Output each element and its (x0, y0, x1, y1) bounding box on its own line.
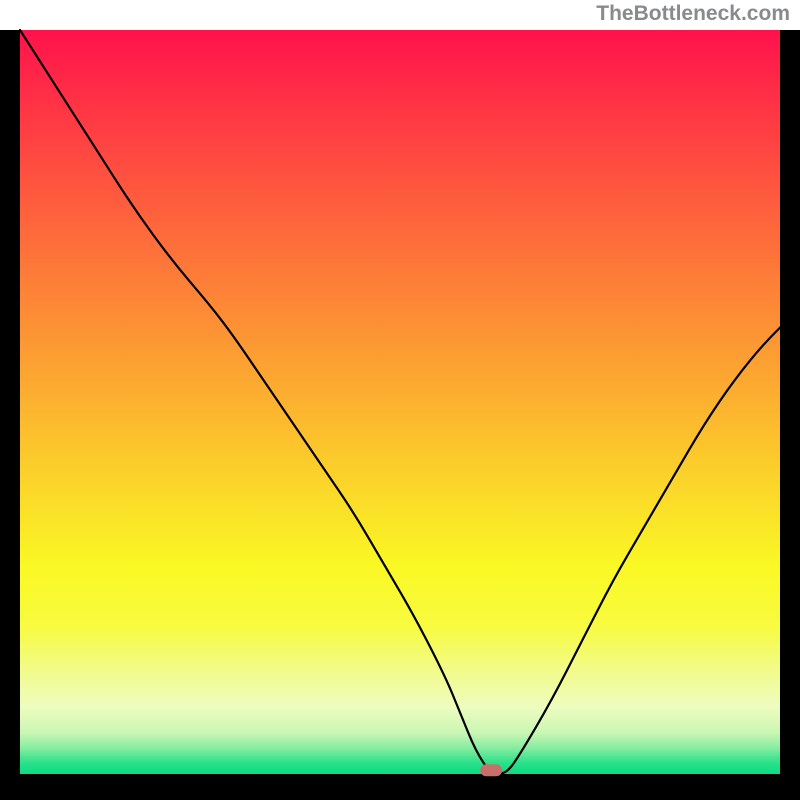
gradient-background (20, 30, 780, 774)
frame-left (0, 30, 20, 800)
watermark-text: TheBottleneck.com (596, 2, 790, 26)
bottleneck-chart: TheBottleneck.com (0, 0, 800, 800)
optimum-marker (480, 764, 502, 776)
chart-canvas (0, 0, 800, 800)
frame-bottom (0, 774, 800, 800)
frame-right (780, 30, 800, 800)
